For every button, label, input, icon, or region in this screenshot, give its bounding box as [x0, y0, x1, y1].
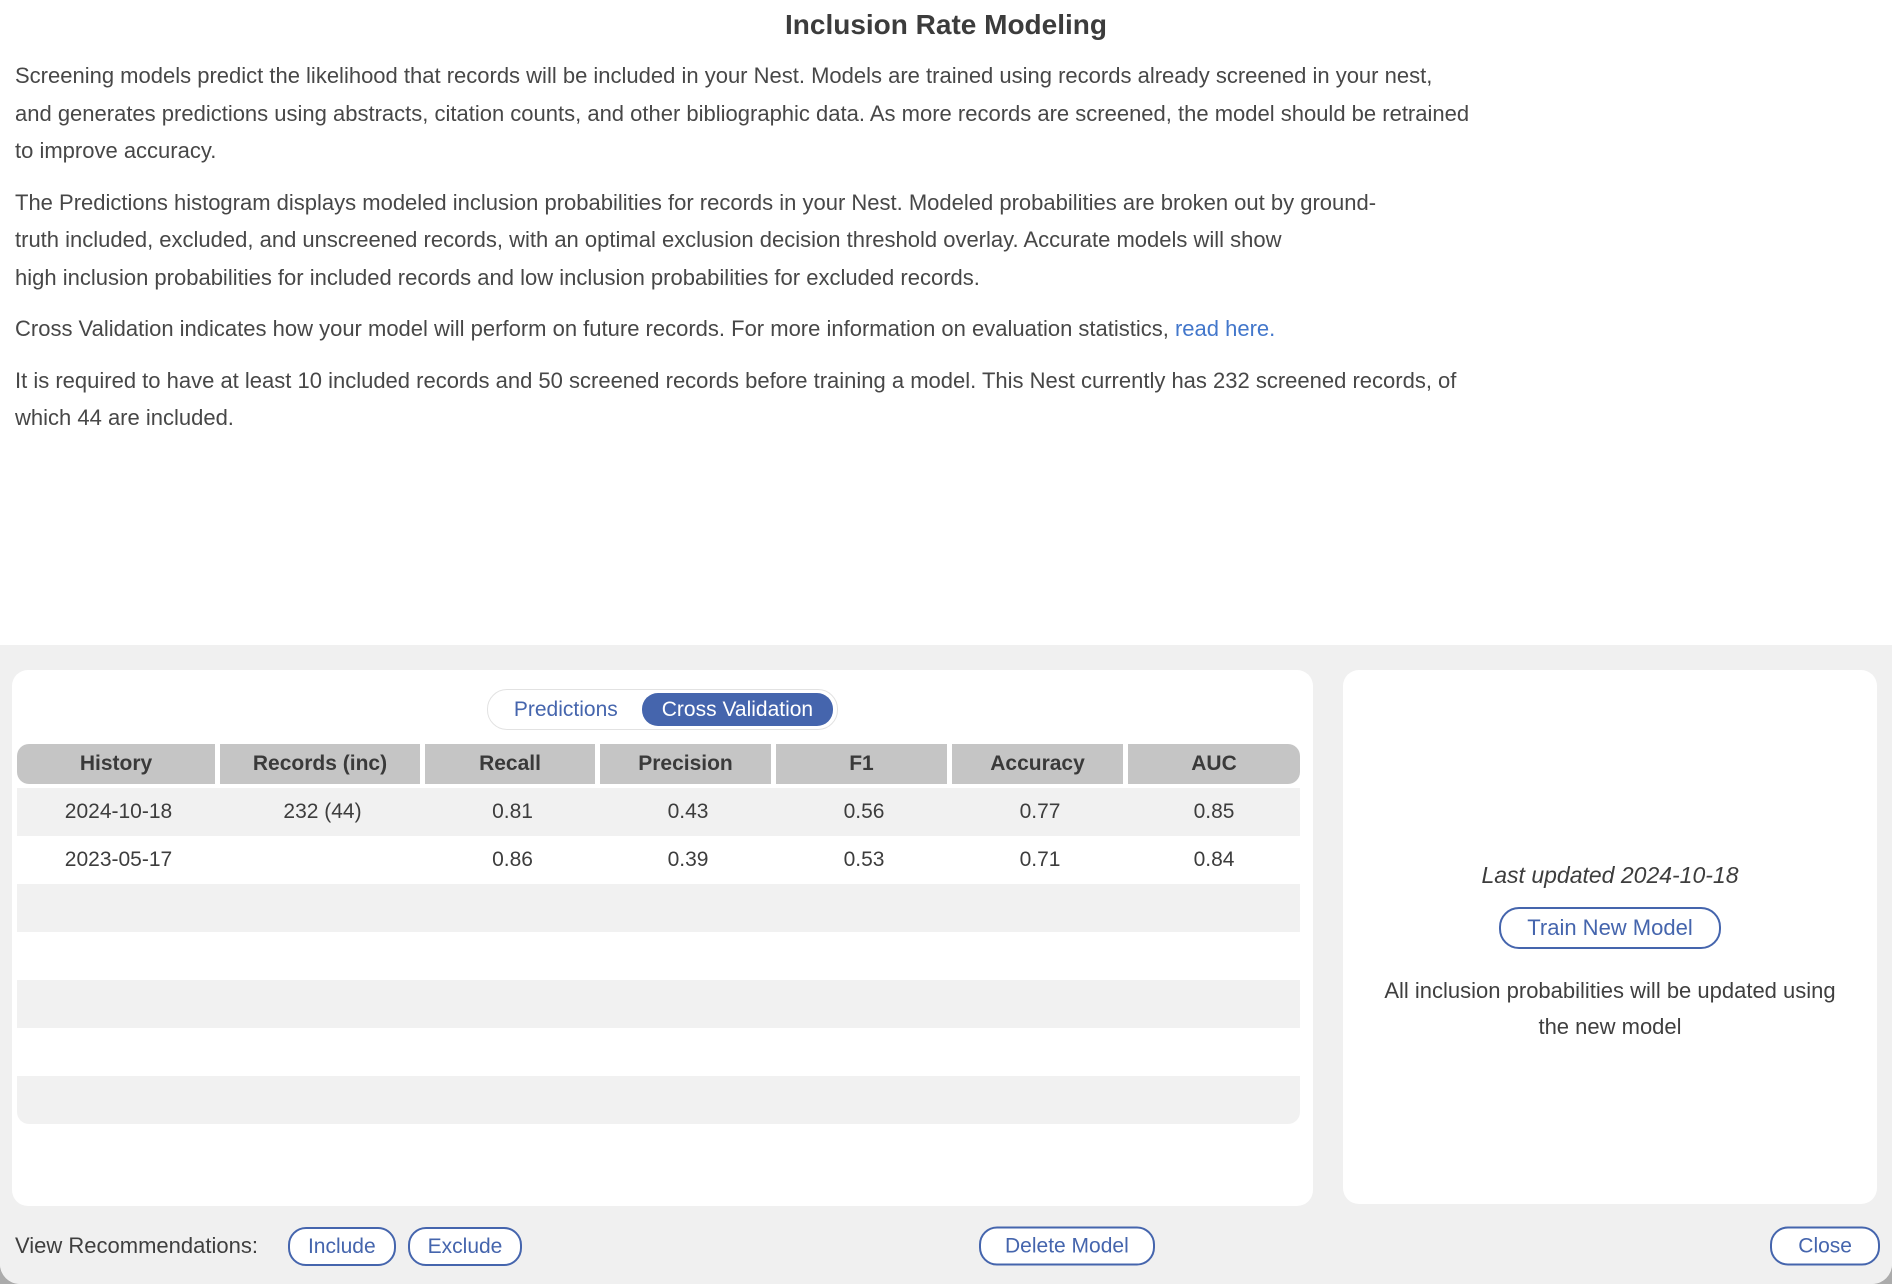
cell-auc: 0.84	[1128, 848, 1300, 872]
inclusion-rate-modeling-dialog: Inclusion Rate Modeling Screening models…	[0, 0, 1892, 1284]
cell-history: 2023-05-17	[17, 848, 220, 872]
paragraph-predictions-histogram: The Predictions histogram displays model…	[15, 184, 1877, 297]
cell-precision: 0.39	[600, 848, 776, 872]
tab-cross-validation[interactable]: Cross Validation	[642, 693, 833, 726]
paragraph-screening-models: Screening models predict the likelihood …	[15, 57, 1877, 170]
header-precision: Precision	[600, 744, 776, 784]
cell-f1: 0.53	[776, 848, 952, 872]
delete-model-button[interactable]: Delete Model	[979, 1227, 1155, 1266]
table-row[interactable]: 2024-10-18 232 (44) 0.81 0.43 0.56 0.77 …	[17, 788, 1300, 836]
train-model-card: Last updated 2024-10-18 Train New Model …	[1343, 670, 1877, 1204]
train-new-model-button[interactable]: Train New Model	[1499, 907, 1720, 949]
cell-history: 2024-10-18	[17, 800, 220, 824]
cell-accuracy: 0.77	[952, 800, 1128, 824]
empty-table-row	[17, 884, 1300, 932]
cell-records: 232 (44)	[220, 800, 425, 824]
exclude-button[interactable]: Exclude	[408, 1227, 523, 1266]
page-title: Inclusion Rate Modeling	[15, 8, 1877, 42]
empty-table-row	[17, 980, 1300, 1028]
header-f1: F1	[776, 744, 952, 784]
header-auc: AUC	[1128, 744, 1300, 784]
paragraph-requirements: It is required to have at least 10 inclu…	[15, 362, 1877, 437]
header-records-inc: Records (inc)	[220, 744, 425, 784]
paragraph-cross-validation-text: Cross Validation indicates how your mode…	[15, 316, 1175, 341]
cards-row: Predictions Cross Validation History Rec…	[12, 670, 1877, 1206]
cell-auc: 0.85	[1128, 800, 1300, 824]
table-header-row: History Records (inc) Recall Precision F…	[17, 744, 1300, 784]
cell-f1: 0.56	[776, 800, 952, 824]
intro-section: Inclusion Rate Modeling Screening models…	[0, 0, 1892, 645]
view-tab-group: Predictions Cross Validation	[487, 689, 838, 730]
model-panel-section: Predictions Cross Validation History Rec…	[0, 645, 1892, 1284]
header-recall: Recall	[425, 744, 600, 784]
train-model-content: Last updated 2024-10-18 Train New Model …	[1384, 862, 1835, 1045]
empty-table-row	[17, 1028, 1300, 1076]
train-model-note: All inclusion probabilities will be upda…	[1384, 973, 1835, 1045]
empty-table-row	[17, 1076, 1300, 1124]
empty-table-row	[17, 932, 1300, 980]
paragraph-cross-validation: Cross Validation indicates how your mode…	[15, 310, 1877, 348]
view-recommendations-label: View Recommendations:	[15, 1233, 258, 1259]
cell-precision: 0.43	[600, 800, 776, 824]
header-accuracy: Accuracy	[952, 744, 1128, 784]
table-row[interactable]: 2023-05-17 0.86 0.39 0.53 0.71 0.84	[17, 836, 1300, 884]
cell-recall: 0.81	[425, 800, 600, 824]
close-button[interactable]: Close	[1770, 1227, 1880, 1266]
last-updated-text: Last updated 2024-10-18	[1481, 862, 1738, 889]
read-here-link[interactable]: read here.	[1175, 316, 1275, 341]
cell-recall: 0.86	[425, 848, 600, 872]
model-history-table: History Records (inc) Recall Precision F…	[17, 744, 1300, 1124]
cell-accuracy: 0.71	[952, 848, 1128, 872]
include-button[interactable]: Include	[288, 1227, 396, 1266]
cross-validation-card: Predictions Cross Validation History Rec…	[12, 670, 1313, 1206]
header-history: History	[17, 744, 220, 784]
tab-predictions[interactable]: Predictions	[492, 693, 640, 726]
dialog-footer: View Recommendations: Include Exclude De…	[0, 1208, 1892, 1284]
